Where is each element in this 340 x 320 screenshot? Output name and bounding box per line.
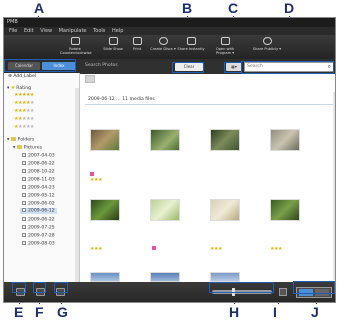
photo-thumbnail[interactable] [210,199,240,221]
photo-rating: ★★★ [210,246,222,252]
callout-box-h [209,282,274,293]
share-icon [186,37,196,45]
menu-file[interactable]: File [9,28,17,34]
label-tag [152,246,156,250]
photo-thumbnail[interactable] [150,129,180,151]
photo-thumbnail[interactable] [270,129,300,151]
rotate-button[interactable]: Rotate Counterclockwise [60,37,92,55]
callout-c: C [228,0,239,16]
search-label: Search Photos [85,63,118,68]
rating-5-stars[interactable]: ★★★★★ [14,92,34,98]
disc-icon [158,37,168,45]
print-icon [132,37,142,45]
open-program-icon [220,37,230,45]
folder-item[interactable]: 2009-07-28 [22,233,55,239]
menu-manipulate[interactable]: Manipulate [59,28,87,34]
add-label-button[interactable]: ⊕ Add Label [8,74,36,79]
folder-item[interactable]: 2009-06-02 [22,201,55,207]
callout-box-c [224,62,242,73]
photo-rating: ★★★ [90,177,102,183]
folder-item[interactable]: 2008-06-22 [22,161,55,167]
photo-thumbnail[interactable] [210,129,240,151]
date-group-header: 2009-06-12 … 11 media files [88,97,155,102]
callout-box-e [12,282,26,293]
menu-bar: File Edit View Manipulate Tools Help [4,27,335,35]
callout-f: F [35,304,44,320]
window-title: PMB [4,18,335,27]
callout-b: B [182,0,193,16]
rating-header[interactable]: ▾ ★ Rating [7,85,31,91]
rating-3-stars[interactable]: ★★★★★ [14,108,34,114]
folder-icon [10,137,16,141]
photo-thumbnail[interactable] [150,199,180,221]
folder-item-selected[interactable]: 2009-06-12 [20,208,57,214]
view-toggle-icon[interactable] [85,75,95,83]
callout-j: J [311,304,319,320]
folder-icon [16,145,22,149]
share-publicly-button[interactable]: Share Publicly ▾ [252,37,282,51]
callout-i: I [273,304,277,320]
header-divider [85,104,333,105]
label-tag [90,172,94,176]
toolbar: Rotate Counterclockwise Slide Show Print… [4,35,335,59]
photo-rating: ★★★ [270,246,282,252]
photo-thumbnail[interactable] [270,199,300,221]
menu-edit[interactable]: Edit [24,28,34,34]
display-settings-button[interactable] [279,288,287,296]
folder-item[interactable]: 2008-11-03 [22,177,55,183]
sidebar: ⊕ Add Label ▾ ★ Rating ★★★★★ ★★★★★ ★★★★★… [4,73,80,288]
callout-box-f [33,282,46,293]
callout-box-b [172,62,204,73]
callout-box-a [4,59,76,72]
callout-a: A [34,0,45,16]
create-discs-button[interactable]: Create Discs ▾ [148,37,178,51]
rating-4-stars[interactable]: ★★★★★ [14,100,34,106]
globe-icon [262,37,272,45]
folder-item[interactable]: 2007-04-03 [22,153,55,159]
callout-e: E [14,304,24,320]
star-icon: ★ [10,85,15,91]
photo-thumbnail[interactable] [90,199,120,221]
photo-thumbnail[interactable] [90,272,120,282]
photo-thumbnail[interactable] [210,272,240,282]
photo-thumbnail[interactable] [90,129,120,151]
menu-tools[interactable]: Tools [93,28,105,34]
folder-item[interactable]: 2009-06-22 [22,217,55,223]
sidebar-scrollbar[interactable] [75,88,79,284]
photo-rating: ★★★ [90,246,102,252]
folder-item[interactable]: 2009-07-25 [22,225,55,231]
thumbnail-area: 2009-06-12 … 11 media files ★★★ ★★★ ★★★ … [80,74,335,282]
folder-item[interactable]: 2009-05-12 [22,193,55,199]
callout-box-g [54,282,68,293]
callout-box-j [293,281,335,294]
rating-1-star[interactable]: ★★★★★ [14,124,34,130]
folder-item[interactable]: 2009-04-23 [22,185,55,191]
photo-thumbnail[interactable] [150,272,180,282]
folder-pictures[interactable]: ▾ Pictures [13,145,42,151]
callout-box-d [241,61,334,74]
open-with-program-button[interactable]: Open with Program ▾ [210,37,240,55]
callout-h: H [229,304,240,320]
rating-2-stars[interactable]: ★★★★★ [14,116,34,122]
main-scrollbar[interactable] [333,92,335,280]
slideshow-icon [108,37,118,45]
folders-header[interactable]: ▾ Folders [7,137,34,143]
callout-g: G [57,304,68,320]
menu-view[interactable]: View [40,28,52,34]
share-instantly-button[interactable]: Share Instantly [176,37,206,51]
rotate-icon [70,37,80,45]
folder-item[interactable]: 2009-08-03 [22,241,55,247]
folder-item[interactable]: 2008-10-22 [22,169,55,175]
menu-help[interactable]: Help [112,28,123,34]
callout-d: D [284,0,295,16]
